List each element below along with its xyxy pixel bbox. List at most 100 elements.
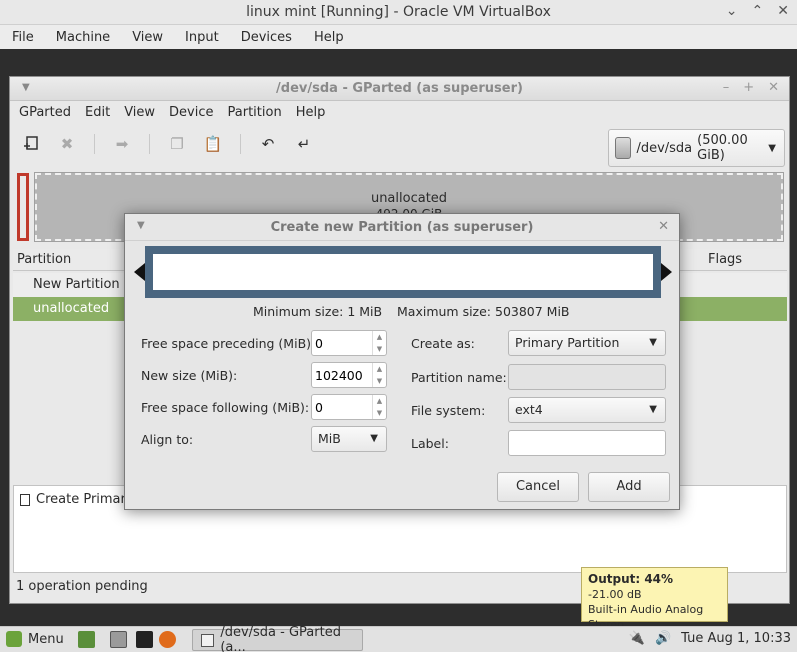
menu-edit[interactable]: Edit bbox=[85, 105, 110, 120]
create-as-value: Primary Partition bbox=[515, 335, 620, 350]
terminal-icon[interactable] bbox=[136, 631, 153, 648]
disk-map-new-partition[interactable] bbox=[17, 173, 29, 241]
tooltip-output: Output: 44% bbox=[588, 572, 674, 586]
menu-view[interactable]: View bbox=[124, 105, 155, 120]
menu-machine[interactable]: Machine bbox=[56, 30, 110, 45]
partition-name-field bbox=[508, 364, 666, 390]
menu-input[interactable]: Input bbox=[185, 30, 219, 45]
chevron-down-icon: ▼ bbox=[370, 433, 378, 444]
start-menu-button[interactable]: Menu bbox=[6, 631, 64, 647]
partition-name-label: Partition name: bbox=[411, 370, 507, 385]
menu-view[interactable]: View bbox=[132, 30, 163, 45]
menu-file[interactable]: File bbox=[12, 30, 34, 45]
resize-move-icon[interactable]: ➡ bbox=[113, 135, 131, 153]
free-following-spinner[interactable]: ▲▼ bbox=[311, 394, 387, 420]
partition-resizer[interactable] bbox=[134, 246, 672, 298]
column-flags[interactable]: Flags bbox=[708, 252, 742, 267]
firefox-icon[interactable] bbox=[159, 631, 176, 648]
toolbar-separator bbox=[240, 134, 241, 154]
device-selector[interactable]: /dev/sda (500.00 GiB) ▼ bbox=[608, 129, 785, 167]
file-system-select[interactable]: ext4 ▼ bbox=[508, 397, 666, 423]
operation-label: Create Primary bbox=[36, 492, 134, 507]
spinner-arrows-icon[interactable]: ▲ ▼ bbox=[372, 363, 386, 387]
new-size-input[interactable] bbox=[312, 363, 368, 387]
undo-icon[interactable]: ↶ bbox=[259, 135, 277, 153]
close-icon[interactable]: ✕ bbox=[658, 219, 669, 234]
new-size-spinner[interactable]: ▲▼ bbox=[311, 362, 387, 388]
free-preceding-input[interactable] bbox=[312, 331, 368, 355]
resize-handle-right[interactable] bbox=[661, 263, 672, 281]
operation-item[interactable]: Create Primary bbox=[20, 492, 134, 507]
spinner-arrows-icon[interactable]: ▲ ▼ bbox=[372, 395, 386, 419]
free-preceding-label: Free space preceding (MiB): bbox=[141, 336, 316, 351]
align-to-select[interactable]: MiB ▼ bbox=[311, 426, 387, 452]
align-to-label: Align to: bbox=[141, 432, 194, 447]
create-as-label: Create as: bbox=[411, 336, 475, 351]
gparted-maximize-button[interactable]: + bbox=[743, 80, 754, 95]
menu-help[interactable]: Help bbox=[296, 105, 326, 120]
cancel-button[interactable]: Cancel bbox=[497, 472, 579, 502]
chevron-down-icon: ▼ bbox=[649, 337, 657, 348]
label-field[interactable] bbox=[508, 430, 666, 456]
menu-partition[interactable]: Partition bbox=[228, 105, 282, 120]
volume-tooltip: Output: 44% -21.00 dB Built-in Audio Ana… bbox=[581, 567, 728, 631]
vbox-close-button[interactable]: ✕ bbox=[777, 3, 789, 19]
tooltip-level: -21.00 dB bbox=[588, 588, 642, 601]
menu-devices[interactable]: Devices bbox=[241, 30, 292, 45]
system-tray: 🔌 🔊 Tue Aug 1, 10:33 bbox=[629, 631, 791, 646]
gparted-window-title: /dev/sda - GParted (as superuser) bbox=[276, 81, 523, 96]
toolbar-separator bbox=[94, 134, 95, 154]
maximum-size-label: Maximum size: 503807 MiB bbox=[397, 304, 570, 319]
chevron-down-icon: ▼ bbox=[649, 404, 657, 415]
new-size-label: New size (MiB): bbox=[141, 368, 238, 383]
vbox-maximize-button[interactable]: ⌃ bbox=[752, 3, 764, 19]
new-partition-icon bbox=[20, 493, 30, 506]
partition-size-bar[interactable] bbox=[153, 254, 653, 290]
paste-icon[interactable]: 📋 bbox=[204, 135, 223, 153]
show-desktop-icon[interactable] bbox=[78, 631, 95, 648]
taskbar: Menu /dev/sda - GParted (a... 🔌 🔊 Tue Au… bbox=[0, 625, 797, 652]
device-size: (500.00 GiB) bbox=[697, 133, 748, 163]
vbox-menubar: File Machine View Input Devices Help bbox=[0, 25, 797, 49]
dialog-title: Create new Partition (as superuser) bbox=[270, 220, 534, 235]
gparted-window-icon bbox=[201, 633, 215, 647]
menu-help[interactable]: Help bbox=[314, 30, 344, 45]
gparted-toolbar: ✖ ➡ ❐ 📋 ↶ ↵ /dev/sda (500.00 GiB) ▼ bbox=[10, 123, 789, 167]
copy-icon[interactable]: ❐ bbox=[168, 135, 186, 153]
network-icon[interactable]: 🔌 bbox=[629, 631, 645, 646]
file-manager-icon[interactable] bbox=[110, 631, 127, 648]
delete-icon[interactable]: ✖ bbox=[58, 135, 76, 153]
add-button[interactable]: Add bbox=[588, 472, 670, 502]
dialog-titlebar: ▼ Create new Partition (as superuser) ✕ bbox=[125, 214, 679, 241]
menu-gparted[interactable]: GParted bbox=[19, 105, 71, 120]
free-following-input[interactable] bbox=[312, 395, 368, 419]
taskbar-item-gparted[interactable]: /dev/sda - GParted (a... bbox=[192, 625, 363, 652]
mint-logo-icon bbox=[6, 631, 22, 647]
hard-disk-icon bbox=[615, 137, 632, 159]
volume-icon[interactable]: 🔊 bbox=[655, 631, 671, 646]
device-path: /dev/sda bbox=[636, 140, 693, 156]
free-following-label: Free space following (MiB): bbox=[141, 400, 310, 415]
apply-icon[interactable]: ↵ bbox=[295, 135, 313, 153]
gparted-minimize-button[interactable]: – bbox=[723, 80, 730, 95]
menu-device[interactable]: Device bbox=[169, 105, 213, 120]
minimum-size-label: Minimum size: 1 MiB bbox=[253, 304, 383, 319]
file-system-value: ext4 bbox=[515, 402, 543, 417]
align-to-value: MiB bbox=[318, 431, 341, 446]
label-label: Label: bbox=[411, 436, 449, 451]
clock[interactable]: Tue Aug 1, 10:33 bbox=[681, 631, 791, 646]
vbox-minimize-button[interactable]: ⌄ bbox=[726, 3, 738, 19]
chevron-down-icon: ▼ bbox=[768, 142, 776, 154]
taskbar-item-label: /dev/sda - GParted (a... bbox=[220, 625, 341, 652]
new-partition-icon[interactable] bbox=[22, 135, 40, 153]
gparted-close-button[interactable]: ✕ bbox=[768, 80, 779, 95]
file-system-label: File system: bbox=[411, 403, 486, 418]
status-bar: 1 operation pending bbox=[16, 579, 148, 594]
free-preceding-spinner[interactable]: ▲▼ bbox=[311, 330, 387, 356]
resize-handle-left[interactable] bbox=[134, 263, 145, 281]
disk-map-unallocated-label: unallocated bbox=[370, 191, 448, 206]
create-as-select[interactable]: Primary Partition ▼ bbox=[508, 330, 666, 356]
spinner-arrows-icon[interactable]: ▲ ▼ bbox=[372, 331, 386, 355]
column-partition[interactable]: Partition bbox=[17, 252, 71, 267]
gparted-menubar: GParted Edit View Device Partition Help bbox=[10, 101, 789, 123]
